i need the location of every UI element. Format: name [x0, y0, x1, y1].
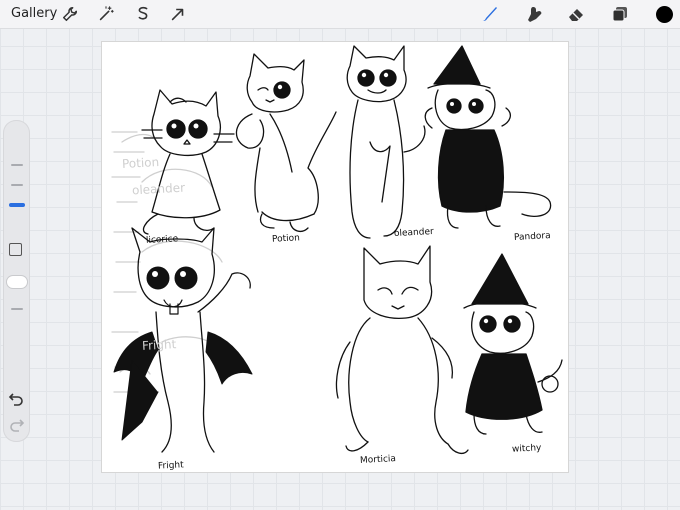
- drawing-canvas[interactable]: licorice Potion oleander Pandora Fright …: [101, 41, 569, 473]
- character-witchy: [463, 253, 563, 435]
- label-licorice: licorice: [145, 234, 179, 246]
- label-oleander: oleander: [393, 226, 434, 240]
- slider-tick: [11, 308, 23, 310]
- character-oleander: [346, 45, 426, 239]
- magic-wand-icon[interactable]: [96, 4, 116, 24]
- label-morticia: Morticia: [359, 454, 397, 466]
- brush-opacity-handle[interactable]: [7, 276, 27, 288]
- sketch-artwork: [111, 45, 563, 455]
- modify-button[interactable]: [9, 243, 22, 256]
- top-toolbar: Gallery: [0, 0, 680, 29]
- selection-icon[interactable]: [133, 4, 153, 24]
- slider-tick: [11, 164, 23, 166]
- faint-label-fright: Fright: [141, 337, 177, 353]
- label-potion: Potion: [271, 233, 301, 245]
- label-witchy: witchy: [511, 443, 542, 455]
- smudge-icon[interactable]: [524, 4, 544, 24]
- character-pandora: [424, 45, 552, 229]
- character-potion: [235, 53, 337, 233]
- brush-size-handle[interactable]: [9, 203, 25, 207]
- brush-icon[interactable]: [479, 4, 499, 24]
- label-pandora: Pandora: [513, 231, 551, 243]
- faint-label-potion: Potion: [121, 155, 160, 171]
- label-fright: Fright: [157, 460, 184, 472]
- redo-button[interactable]: [8, 418, 25, 432]
- transform-arrow-icon[interactable]: [168, 4, 188, 24]
- undo-button[interactable]: [8, 392, 25, 406]
- brush-opacity-slider[interactable]: [3, 268, 30, 348]
- color-swatch[interactable]: [653, 3, 675, 25]
- gallery-button[interactable]: Gallery: [11, 6, 57, 21]
- layers-icon[interactable]: [610, 4, 630, 24]
- eraser-icon[interactable]: [566, 4, 586, 24]
- wrench-icon[interactable]: [60, 4, 80, 24]
- left-sidebar: [3, 120, 30, 442]
- character-morticia: [335, 245, 469, 455]
- faint-label-oleander: oleander: [131, 180, 186, 198]
- brush-size-slider[interactable]: [3, 140, 30, 250]
- slider-tick: [11, 184, 23, 186]
